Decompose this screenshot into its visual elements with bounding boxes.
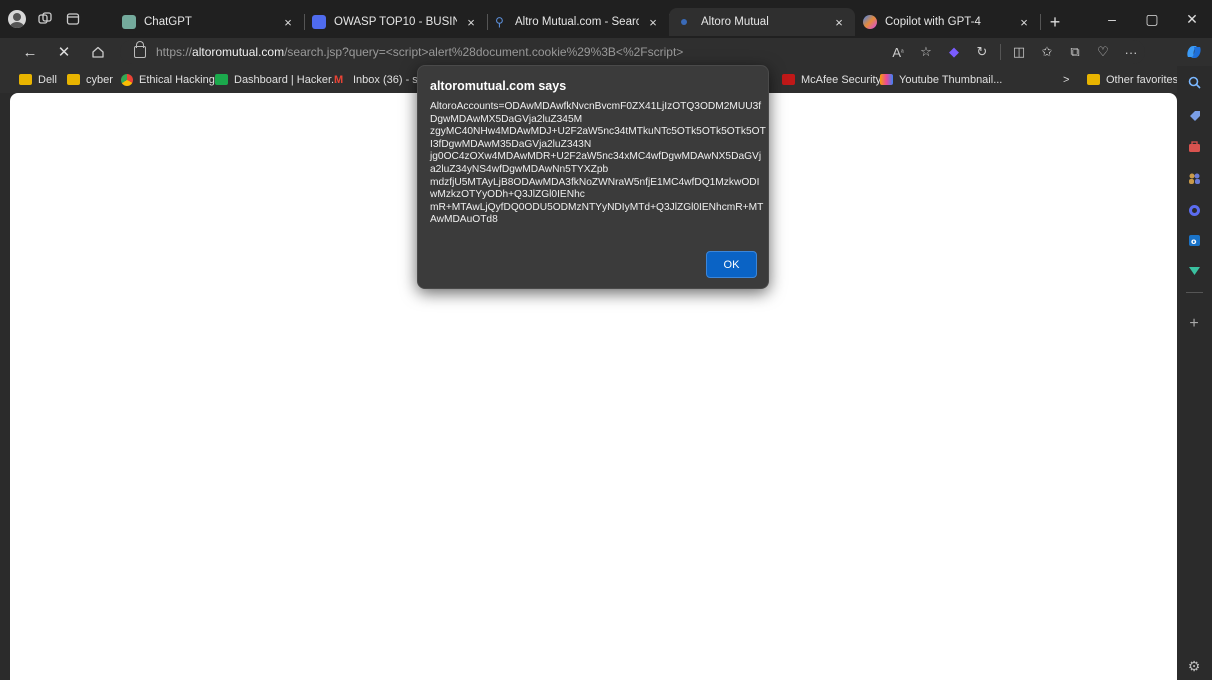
close-icon[interactable]: × [1016,15,1032,30]
divider [1000,44,1001,60]
stop-button[interactable]: ✕ [52,40,76,64]
bookmark-cyber[interactable]: cyber [67,71,113,88]
message-line: mR+MTAwLjQyfDQ0ODU5ODMzNTYyNDIyMTd+Q3JlZ… [430,201,764,213]
tab-altoro-search[interactable]: ⚲ Altro Mutual.com - Search × [487,8,670,36]
address-bar[interactable]: https://altoromutual.com/search.jsp?quer… [120,40,1145,64]
new-tab-button[interactable]: + [1040,8,1070,36]
folder-icon [19,74,32,85]
bookmark-hackerrank[interactable]: Dashboard | Hacker... [215,71,340,88]
message-line: jg0OC4zOXw4MDAwMDR+U2F2aW5nc34xMC4wfDgwM… [430,151,762,163]
tab-actions-icon[interactable] [62,8,84,30]
toolbar-actions: Aᵃ ☆ ◆ ↻ ◫ ✩ ⧉ ♡ ··· [884,40,1145,64]
bookmark-other-favorites[interactable]: Other favorites [1087,71,1178,88]
collections-icon[interactable]: ⧉ [1061,40,1089,64]
close-window-button[interactable]: ✕ [1172,0,1212,38]
window-controls: – ▢ ✕ [1092,0,1212,38]
drop-icon[interactable] [1186,262,1202,278]
restore-button[interactable]: ▢ [1132,0,1172,38]
bookmark-mcafee[interactable]: McAfee Security [782,71,881,88]
bookmarks-overflow-button[interactable]: > [1063,71,1069,88]
bookmark-youtube-thumbnail[interactable]: Youtube Thumbnail... [880,71,1002,88]
ok-button[interactable]: OK [706,251,757,278]
extension-icon[interactable]: ◆ [940,40,968,64]
loading-icon [681,19,687,25]
browser-essentials-icon[interactable]: ♡ [1089,40,1117,64]
refresh-icon[interactable]: ↻ [968,40,996,64]
mcafee-icon [782,74,795,85]
minimize-button[interactable]: – [1092,0,1132,38]
favorites-icon[interactable]: ✩ [1033,40,1061,64]
folder-icon [1087,74,1100,85]
hackerrank-icon [215,74,228,85]
gmail-icon: M [334,74,344,86]
tab-altoro-mutual[interactable]: Altoro Mutual × [669,8,855,36]
tag-icon[interactable] [1186,108,1202,124]
profile-button[interactable] [6,8,28,30]
tab-strip-left-controls [6,6,84,32]
search-icon: ⚲ [495,15,504,29]
message-line: AltoroAccounts=ODAwMDAwfkNvcnBvcmF0ZX41L… [430,101,762,112]
search-icon[interactable] [1186,74,1202,90]
dialog-message: AltoroAccounts=ODAwMDAwfkNvcnBvcmF0ZX41L… [430,101,766,227]
read-aloud-icon[interactable]: Aᵃ [884,40,912,64]
copilot-icon [863,15,877,29]
chatgpt-icon [122,15,136,29]
tools-icon[interactable] [1186,138,1202,154]
close-icon[interactable]: × [280,15,296,30]
close-icon[interactable]: × [831,15,847,30]
message-line: AwMDAuOTd8 [430,214,498,226]
message-line: I3fDgwMDAwM35DaGVja2luZ343N [430,138,592,150]
people-icon[interactable] [1186,170,1202,186]
tab-owasp[interactable]: OWASP TOP10 - BUSINESS IMPA × [304,8,488,36]
bookmark-gmail[interactable]: M Inbox (36) - sai [334,71,426,88]
tab-copilot[interactable]: Copilot with GPT-4 × [855,8,1041,36]
colorful-icon [880,74,893,85]
more-icon[interactable]: ··· [1117,40,1145,64]
edge-sidebar: o + ⚙ [1177,66,1212,680]
workspaces-icon[interactable] [34,8,56,30]
message-line: zgyMC40NHw4MDAwMDJ+U2F2aW5nc34tMTkuNTc5O… [430,126,766,138]
home-button[interactable] [86,40,110,64]
url-text[interactable]: https://altoromutual.com/search.jsp?quer… [156,45,683,59]
lock-icon[interactable] [134,41,146,58]
folder-icon [67,74,80,85]
message-line: mdzfjU5MTAyLjB8ODAwMDA3fkNoZWNraW5nfjE1M… [430,176,760,188]
chrome-icon [121,73,133,86]
dialog-title: altoromutual.com says [430,79,567,93]
tab-label: Copilot with GPT-4 [885,16,981,28]
tab-label: Altoro Mutual [701,16,769,28]
tab-label: OWASP TOP10 - BUSINESS IMPA [334,16,457,28]
bookmark-dell[interactable]: Dell [19,71,57,88]
message-line: wMzkzOTYyODh+Q3JlZGl0IENhc [430,189,585,201]
tab-strip: ChatGPT × OWASP TOP10 - BUSINESS IMPA × … [0,0,1212,38]
close-icon[interactable]: × [645,15,661,30]
favorite-star-icon[interactable]: ☆ [912,40,940,64]
outlook-icon[interactable]: o [1186,232,1202,248]
split-screen-icon[interactable]: ◫ [1005,40,1033,64]
message-line: DgwMDAwMX5DaGVja2luZ345M [430,113,583,125]
back-button[interactable]: ← [18,40,42,64]
message-line: a2luZ34yNS4wfDgwMDAwNn5TYXZpb [430,163,609,175]
close-icon[interactable]: × [463,15,479,30]
avatar [8,10,26,28]
svg-text:o: o [1191,237,1197,246]
add-sidebar-app-icon[interactable]: + [1186,315,1202,332]
bookmark-ethical-hacking[interactable]: Ethical Hacking [121,71,215,88]
copilot-icon[interactable] [1186,202,1202,218]
document-icon [312,15,326,29]
tab-label: Altro Mutual.com - Search [515,16,639,28]
divider [1186,292,1203,293]
tab-chatgpt[interactable]: ChatGPT × [114,8,305,36]
alert-dialog: altoromutual.com says AltoroAccounts=ODA… [417,65,769,289]
tab-list: ChatGPT × OWASP TOP10 - BUSINESS IMPA × … [114,6,1070,38]
copilot-sidebar-icon[interactable] [1182,40,1206,64]
navigation-bar: ← ✕ https://altoromutual.com/search.jsp?… [0,38,1212,66]
tab-label: ChatGPT [144,16,192,28]
gear-icon[interactable]: ⚙ [1186,658,1202,674]
